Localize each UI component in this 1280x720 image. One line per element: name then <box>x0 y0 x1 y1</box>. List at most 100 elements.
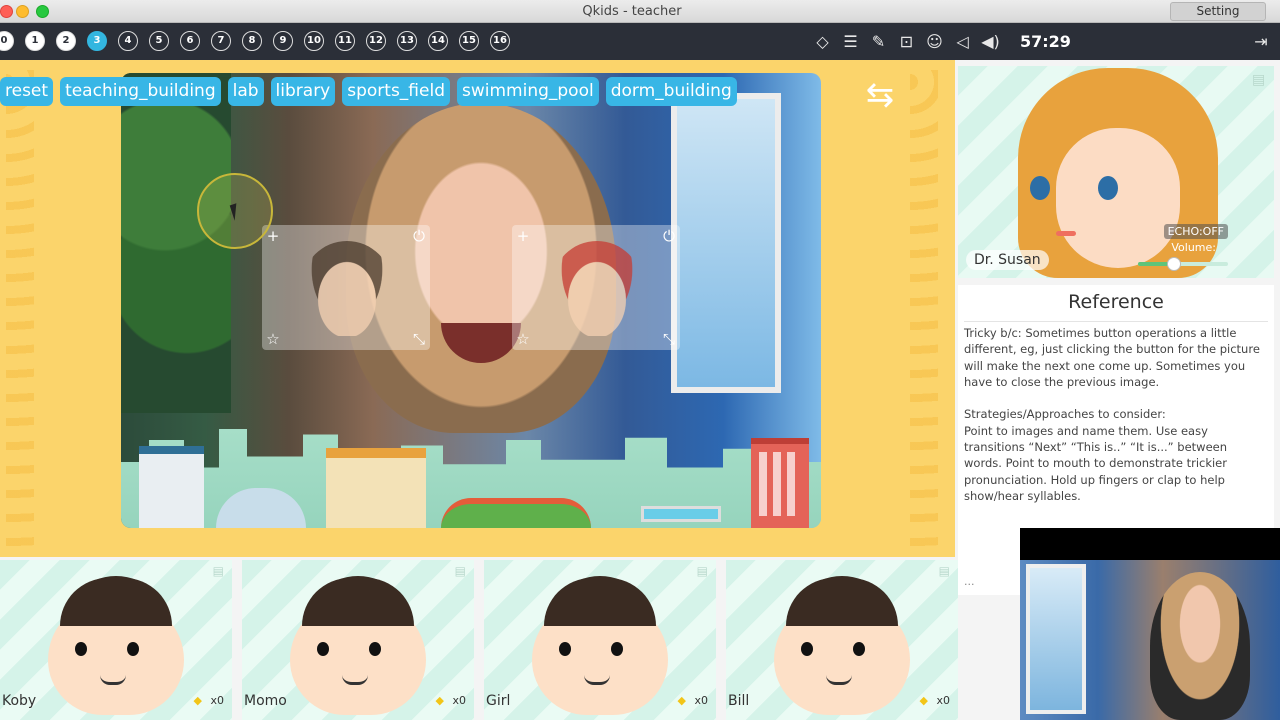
signal-icon: ▤ <box>454 564 466 578</box>
teacher-eye <box>1098 176 1118 200</box>
notes-icon[interactable]: ☰ <box>840 31 861 52</box>
page-button-16[interactable]: 16 <box>490 31 510 51</box>
volume-label: Volume: <box>1171 241 1216 254</box>
volume-knob[interactable] <box>1167 257 1181 271</box>
scene-tag-dorm-building[interactable]: dorm_building <box>605 77 737 106</box>
setting-button[interactable]: Setting <box>1170 2 1266 21</box>
signal-icon: ▤ <box>938 564 950 578</box>
tool-icons: ◇ ☰ ✎ ⊡ ☺ ◁ ◀) <box>812 31 1001 52</box>
volume-slider[interactable] <box>1138 257 1228 271</box>
scene-tag-library[interactable]: library <box>270 77 336 106</box>
diamond-icon[interactable]: ◇ <box>812 31 833 52</box>
page-button-13[interactable]: 13 <box>397 31 417 51</box>
self-view-feed <box>1020 560 1280 720</box>
exit-icon[interactable]: ⇥ <box>1250 31 1272 53</box>
focus-icon[interactable]: ⊡ <box>896 31 917 52</box>
reward-count: x0 <box>210 694 224 707</box>
lesson-toolbar: 0 1 2 3 4 5 6 7 8 9 10 11 12 13 14 15 16 ◇ ☰ ✎ ⊡ ☺ ◁ ◀) 57:29 … <box>0 23 1280 60</box>
diamond-icon[interactable]: ◆ <box>436 694 444 707</box>
student-eye <box>801 642 813 656</box>
overlay-card-student[interactable]: + ⏻ ☆ ⤡ <box>262 225 430 350</box>
self-view-webcam <box>1020 528 1280 720</box>
star-icon[interactable]: ☆ <box>264 330 282 348</box>
page-button-14[interactable]: 14 <box>428 31 448 51</box>
page-button-11[interactable]: 11 <box>335 31 355 51</box>
signal-icon: ▤ <box>1252 72 1266 88</box>
title-bar: Qkids - teacher Setting <box>0 0 1280 23</box>
page-button-1[interactable]: 1 <box>25 31 45 51</box>
diamond-icon[interactable]: ◆ <box>194 694 202 707</box>
teacher-eye <box>1030 176 1050 200</box>
signal-icon: ▤ <box>212 564 224 578</box>
teacher-name: Dr. Susan <box>966 250 1049 270</box>
diamond-icon[interactable]: ◆ <box>678 694 686 707</box>
page-button-7[interactable]: 7 <box>211 31 231 51</box>
self-view-window <box>1026 564 1086 714</box>
overlay-card-student[interactable]: + ⏻ ☆ ⤡ <box>512 225 680 350</box>
page-button-10[interactable]: 10 <box>304 31 324 51</box>
teaching-building-image[interactable] <box>139 446 204 528</box>
swimming-pool-image[interactable] <box>641 506 721 522</box>
mute-icon[interactable]: ◁ <box>952 31 973 52</box>
reward-count: x0 <box>694 694 708 707</box>
library-image[interactable] <box>326 448 426 528</box>
page-button-3[interactable]: 3 <box>87 31 107 51</box>
page-button-5[interactable]: 5 <box>149 31 169 51</box>
add-icon[interactable]: + <box>514 227 532 245</box>
teacher-face <box>1056 128 1180 268</box>
page-navigator: 0 1 2 3 4 5 6 7 8 9 10 11 12 13 14 15 16 <box>0 31 510 51</box>
page-button-4[interactable]: 4 <box>118 31 138 51</box>
student-row: ▤ Koby ◆ x0 ▤ Momo ◆ x0 ▤ Girl ◆ x0 ▤ Bill ◆ x0 <box>0 560 958 720</box>
video-window <box>671 93 781 393</box>
expand-icon[interactable]: ⤡ <box>410 330 428 348</box>
volume-icon[interactable]: ◀) <box>980 31 1001 52</box>
power-icon[interactable]: ⏻ <box>660 227 678 245</box>
student-fringe <box>60 578 172 626</box>
student-card[interactable]: ▤ Momo ◆ x0 <box>242 560 474 720</box>
echo-toggle[interactable]: ECHO:OFF <box>1163 224 1228 239</box>
scene-tag-lab[interactable]: lab <box>227 77 264 106</box>
emoji-icon[interactable]: ☺ <box>924 31 945 52</box>
scene-tags: reset teaching_building lab library sports_f… <box>0 77 737 106</box>
student-card[interactable]: ▤ Bill ◆ x0 <box>726 560 958 720</box>
overlay-avatar <box>302 241 392 336</box>
reward-count: x0 <box>936 694 950 707</box>
pen-icon[interactable]: ✎ <box>868 31 889 52</box>
student-eye <box>369 642 381 656</box>
sports-field-image[interactable] <box>441 498 591 528</box>
lesson-stage: + ⏻ ☆ ⤡ + ⏻ ☆ ⤡ <box>0 60 955 557</box>
teacher-video-feed <box>121 73 821 528</box>
student-name: Momo <box>244 693 287 709</box>
scene-tag-teaching-building[interactable]: teaching_building <box>60 77 221 106</box>
page-button-2[interactable]: 2 <box>56 31 76 51</box>
expand-icon[interactable]: ⤡ <box>660 330 678 348</box>
student-eye <box>611 642 623 656</box>
reference-more[interactable]: ... <box>964 575 975 588</box>
scene-tag-reset[interactable]: reset <box>0 77 54 106</box>
swap-icon[interactable]: ⇆ <box>862 78 898 112</box>
signal-icon: ▤ <box>696 564 708 578</box>
student-eye <box>127 642 139 656</box>
student-card[interactable]: ▤ Koby ◆ x0 <box>0 560 232 720</box>
page-button-12[interactable]: 12 <box>366 31 386 51</box>
diamond-icon[interactable]: ◆ <box>920 694 928 707</box>
student-eye <box>853 642 865 656</box>
reference-title: Reference <box>1068 291 1164 313</box>
page-button-6[interactable]: 6 <box>180 31 200 51</box>
student-fringe <box>544 578 656 626</box>
overlay-avatar <box>552 241 642 336</box>
page-button-15[interactable]: 15 <box>459 31 479 51</box>
scene-tag-sports-field[interactable]: sports_field <box>342 77 450 106</box>
teacher-panel: Dr. Susan ECHO:OFF Volume: ▤ <box>958 66 1274 278</box>
scene-tag-swimming-pool[interactable]: swimming_pool <box>457 77 599 106</box>
star-icon[interactable]: ☆ <box>514 330 532 348</box>
page-button-0[interactable]: 0 <box>0 31 14 51</box>
student-fringe <box>786 578 898 626</box>
power-icon[interactable]: ⏻ <box>410 227 428 245</box>
dorm-building-image[interactable] <box>751 438 809 528</box>
page-button-8[interactable]: 8 <box>242 31 262 51</box>
class-timer: 57:29 <box>1020 32 1071 51</box>
student-name: Girl <box>486 693 511 709</box>
student-card[interactable]: ▤ Girl ◆ x0 <box>484 560 716 720</box>
page-button-9[interactable]: 9 <box>273 31 293 51</box>
